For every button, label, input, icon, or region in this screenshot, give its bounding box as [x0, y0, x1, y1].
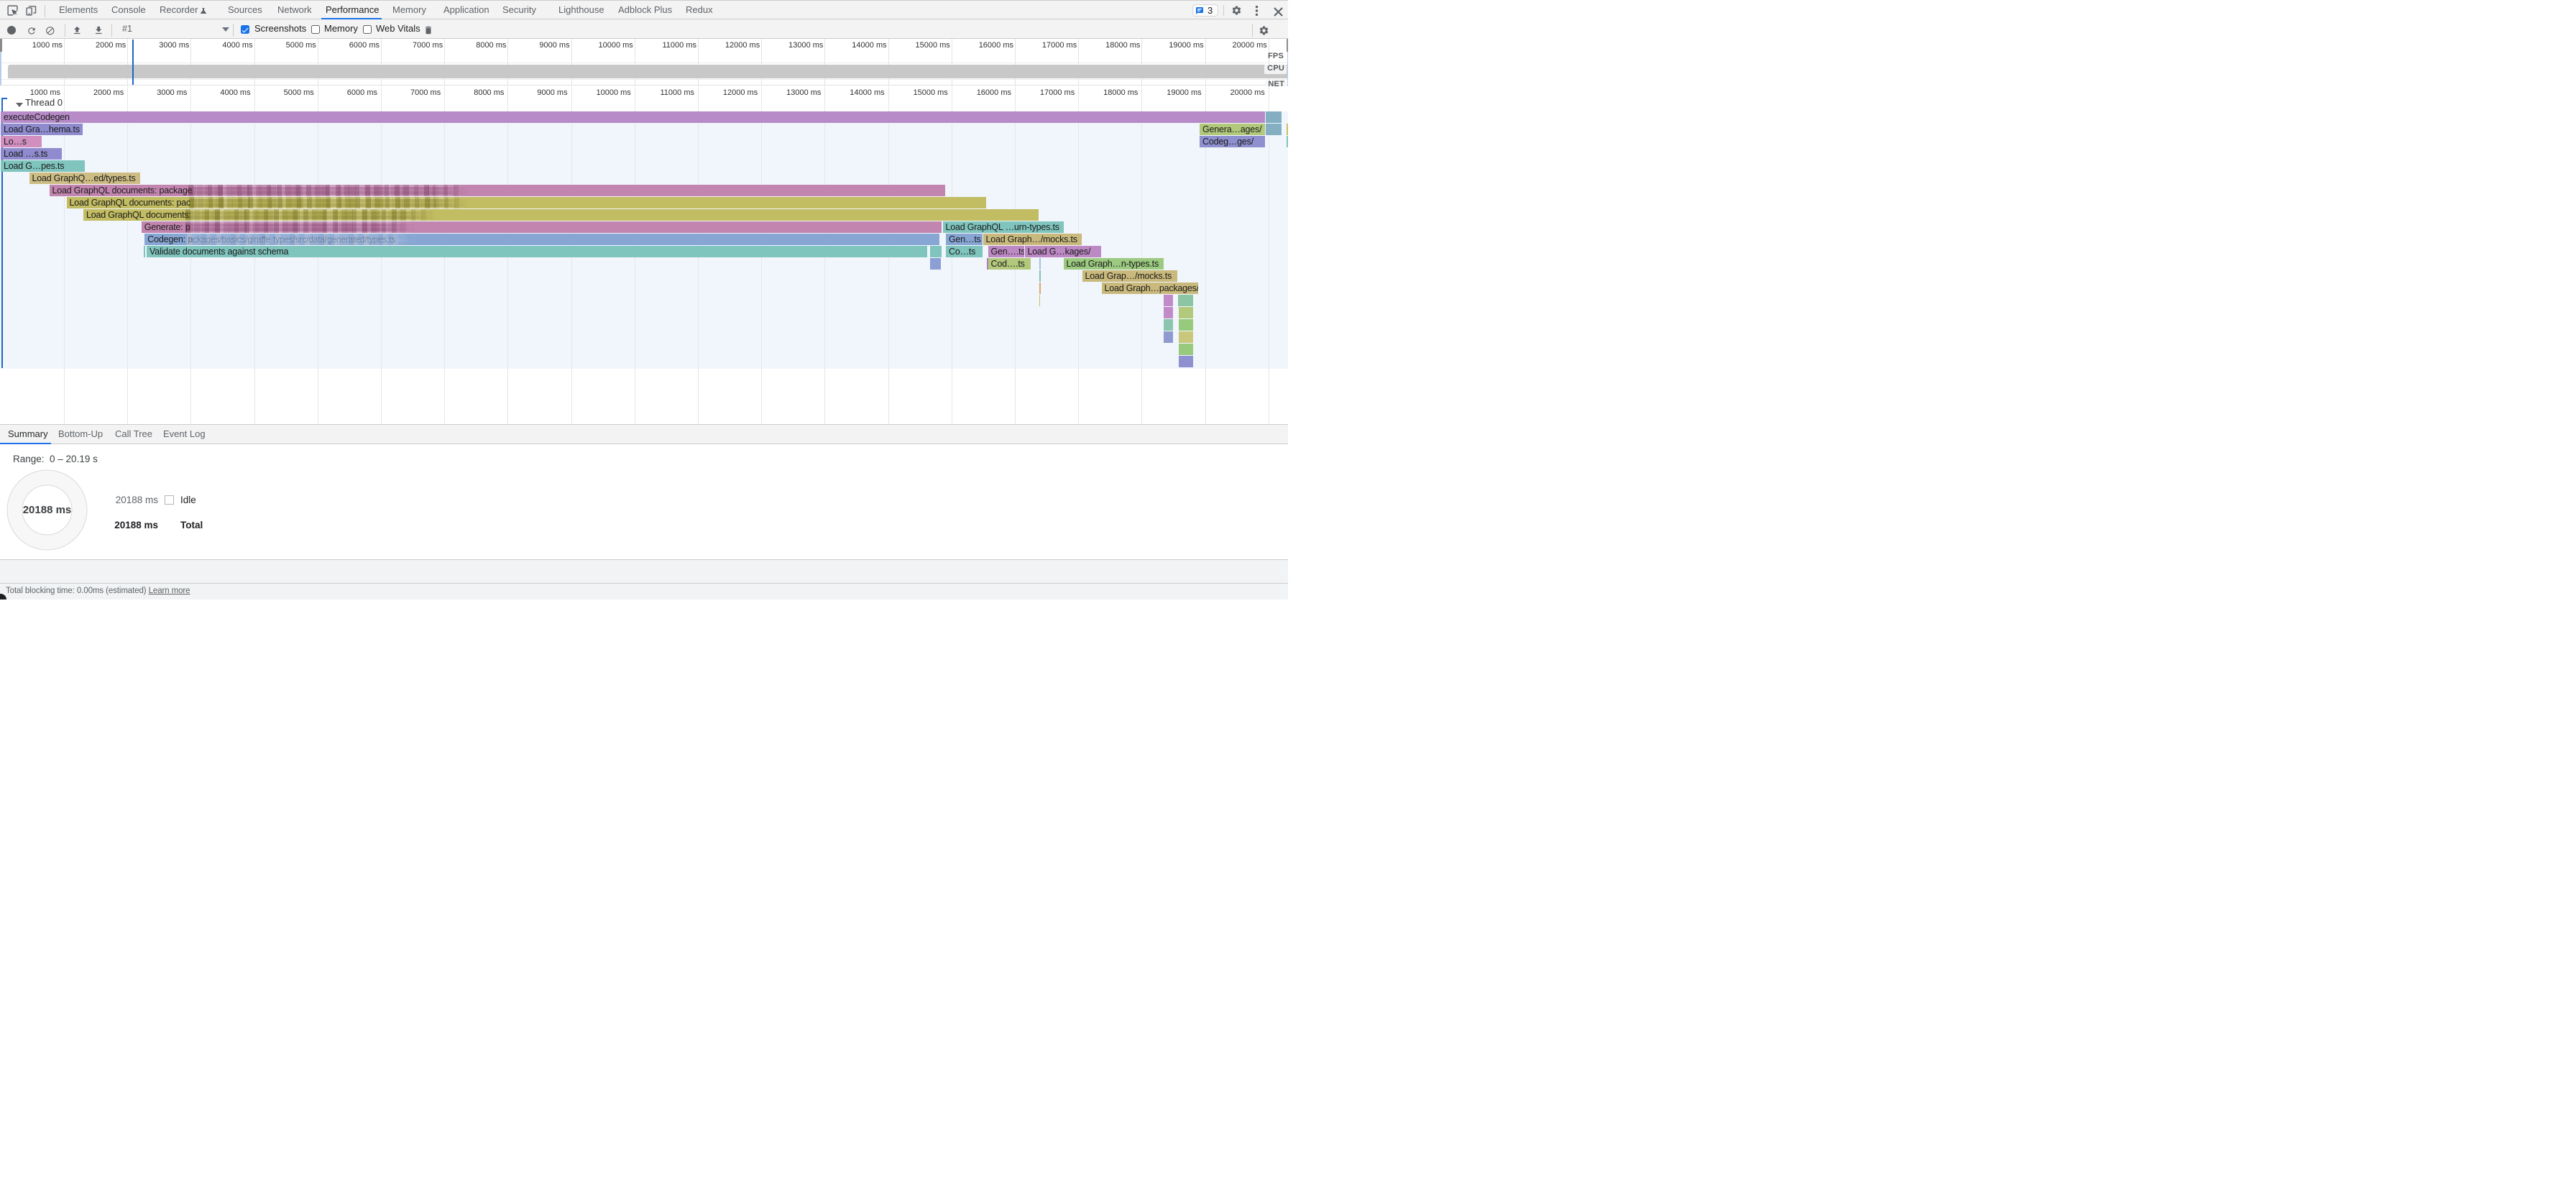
svg-text:20188 ms: 20188 ms — [23, 504, 72, 516]
